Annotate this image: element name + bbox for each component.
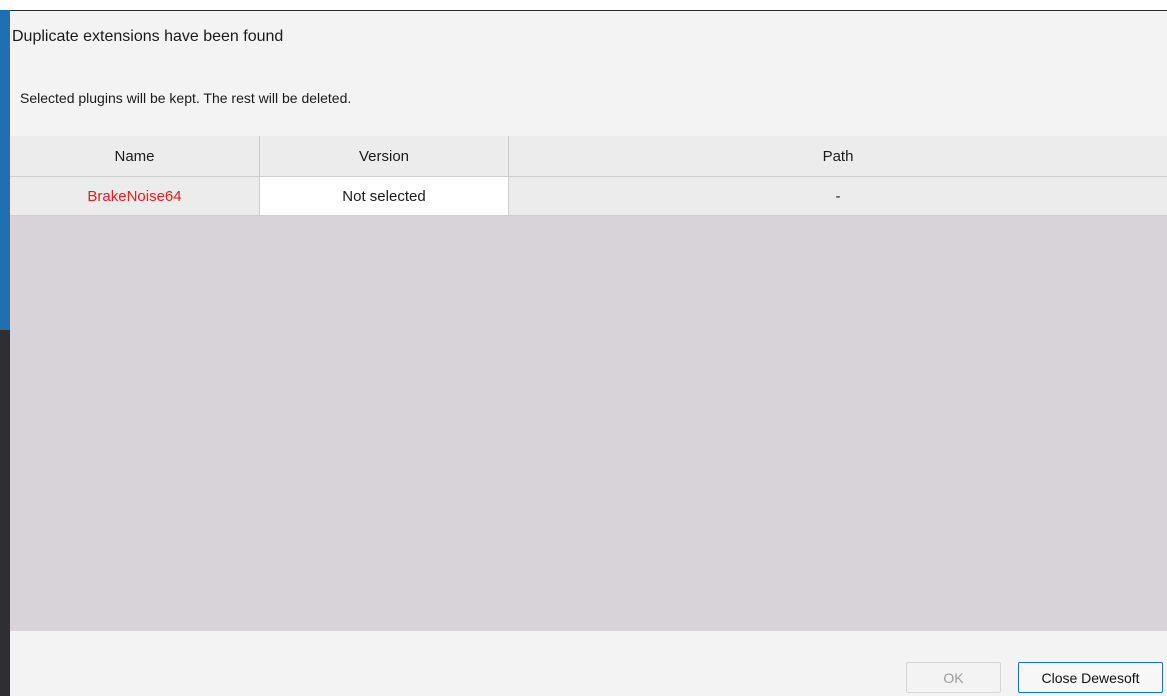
- ok-button[interactable]: OK: [906, 662, 1001, 693]
- dialog-message: Selected plugins will be kept. The rest …: [20, 90, 352, 106]
- extensions-table: Name Version Path BrakeNoise64 Not selec…: [10, 136, 1167, 631]
- screen: Duplicate extensions have been found Sel…: [0, 0, 1167, 696]
- close-dewesoft-button[interactable]: Close Dewesoft: [1018, 662, 1163, 693]
- cell-path[interactable]: -: [509, 177, 1167, 215]
- dialog-footer: OK Close Dewesoft: [10, 631, 1167, 696]
- cell-version-select[interactable]: Not selected: [260, 177, 509, 215]
- cell-plugin-name[interactable]: BrakeNoise64: [10, 177, 260, 215]
- background-window-edge-dark: [0, 330, 10, 696]
- column-header-version[interactable]: Version: [260, 136, 509, 176]
- table-header: Name Version Path: [10, 136, 1167, 177]
- dialog-title: Duplicate extensions have been found: [12, 28, 284, 45]
- duplicate-extensions-dialog: Duplicate extensions have been found Sel…: [10, 11, 1167, 696]
- table-row[interactable]: BrakeNoise64 Not selected -: [10, 177, 1167, 216]
- column-header-name[interactable]: Name: [10, 136, 260, 176]
- column-header-path[interactable]: Path: [509, 136, 1167, 176]
- background-window-strip: [0, 0, 1167, 10]
